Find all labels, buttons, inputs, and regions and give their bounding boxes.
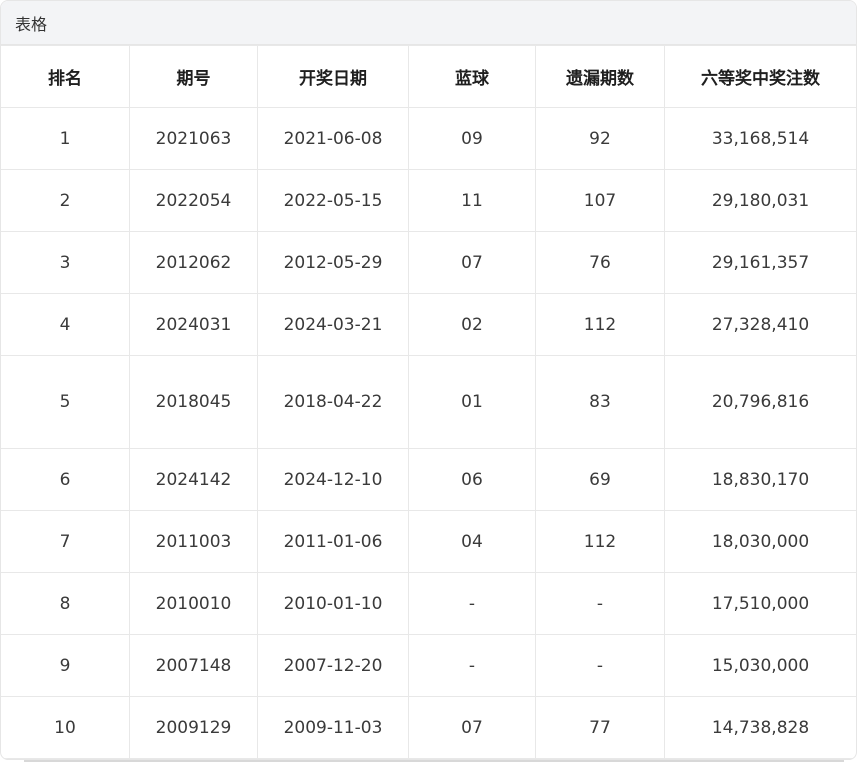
cell-issue: 2018045 [129,355,258,449]
cell-issue: 2024142 [129,448,258,511]
cell-blue-ball: 02 [408,293,536,356]
cell-blue-ball: 01 [408,355,536,449]
bottom-divider [24,760,844,762]
cell-missed-periods: 112 [535,293,665,356]
cell-issue: 2009129 [129,696,258,759]
cell-missed-periods: 83 [535,355,665,449]
cell-issue: 2024031 [129,293,258,356]
cell-issue: 2007148 [129,634,258,697]
cell-sixth-prize-count: 27,328,410 [664,293,856,356]
cell-missed-periods: 112 [535,510,665,573]
cell-missed-periods: 92 [535,107,665,170]
table-row: 6 2024142 2024-12-10 06 69 18,830,170 [1,448,856,511]
cell-issue: 2011003 [129,510,258,573]
cell-missed-periods: - [535,634,665,697]
cell-draw-date: 2024-12-10 [257,448,409,511]
cell-blue-ball: - [408,572,536,635]
cell-rank: 7 [1,510,130,573]
cell-rank: 4 [1,293,130,356]
cell-sixth-prize-count: 33,168,514 [664,107,856,170]
cell-issue: 2012062 [129,231,258,294]
cell-rank: 2 [1,169,130,232]
cell-sixth-prize-count: 29,180,031 [664,169,856,232]
cell-missed-periods: 69 [535,448,665,511]
cell-rank: 8 [1,572,130,635]
cell-blue-ball: - [408,634,536,697]
table-panel: 表格 排名 期号 开奖日期 蓝球 遗漏期数 六等奖中奖注数 1 2021063 [0,0,857,760]
cell-sixth-prize-count: 20,796,816 [664,355,856,449]
table-row: 7 2011003 2011-01-06 04 112 18,030,000 [1,510,856,573]
cell-rank: 6 [1,448,130,511]
cell-rank: 1 [1,107,130,170]
cell-missed-periods: 77 [535,696,665,759]
cell-rank: 3 [1,231,130,294]
cell-rank: 9 [1,634,130,697]
cell-sixth-prize-count: 14,738,828 [664,696,856,759]
cell-draw-date: 2009-11-03 [257,696,409,759]
table-header-row: 排名 期号 开奖日期 蓝球 遗漏期数 六等奖中奖注数 [1,45,856,108]
header-rank: 排名 [1,45,130,108]
table-row: 9 2007148 2007-12-20 - - 15,030,000 [1,634,856,697]
table-row: 5 2018045 2018-04-22 01 83 20,796,816 [1,355,856,449]
header-issue: 期号 [129,45,258,108]
cell-draw-date: 2011-01-06 [257,510,409,573]
cell-sixth-prize-count: 17,510,000 [664,572,856,635]
cell-draw-date: 2021-06-08 [257,107,409,170]
table-row: 3 2012062 2012-05-29 07 76 29,161,357 [1,231,856,294]
cell-draw-date: 2022-05-15 [257,169,409,232]
cell-sixth-prize-count: 15,030,000 [664,634,856,697]
table-row: 4 2024031 2024-03-21 02 112 27,328,410 [1,293,856,356]
table-row: 2 2022054 2022-05-15 11 107 29,180,031 [1,169,856,232]
cell-sixth-prize-count: 18,030,000 [664,510,856,573]
cell-missed-periods: 107 [535,169,665,232]
cell-sixth-prize-count: 29,161,357 [664,231,856,294]
cell-missed-periods: - [535,572,665,635]
cell-blue-ball: 07 [408,696,536,759]
cell-draw-date: 2012-05-29 [257,231,409,294]
cell-blue-ball: 11 [408,169,536,232]
cell-blue-ball: 07 [408,231,536,294]
data-table: 排名 期号 开奖日期 蓝球 遗漏期数 六等奖中奖注数 1 2021063 202… [1,45,856,759]
header-missed-periods: 遗漏期数 [535,45,665,108]
table-row: 10 2009129 2009-11-03 07 77 14,738,828 [1,696,856,759]
table-row: 1 2021063 2021-06-08 09 92 33,168,514 [1,107,856,170]
panel-title: 表格 [1,1,856,45]
table-row: 8 2010010 2010-01-10 - - 17,510,000 [1,572,856,635]
cell-sixth-prize-count: 18,830,170 [664,448,856,511]
cell-issue: 2010010 [129,572,258,635]
cell-rank: 5 [1,355,130,449]
cell-missed-periods: 76 [535,231,665,294]
cell-rank: 10 [1,696,130,759]
cell-issue: 2021063 [129,107,258,170]
cell-draw-date: 2007-12-20 [257,634,409,697]
header-draw-date: 开奖日期 [257,45,409,108]
cell-blue-ball: 09 [408,107,536,170]
cell-blue-ball: 04 [408,510,536,573]
cell-draw-date: 2018-04-22 [257,355,409,449]
cell-issue: 2022054 [129,169,258,232]
cell-blue-ball: 06 [408,448,536,511]
header-sixth-prize-count: 六等奖中奖注数 [664,45,856,108]
cell-draw-date: 2024-03-21 [257,293,409,356]
cell-draw-date: 2010-01-10 [257,572,409,635]
header-blue-ball: 蓝球 [408,45,536,108]
